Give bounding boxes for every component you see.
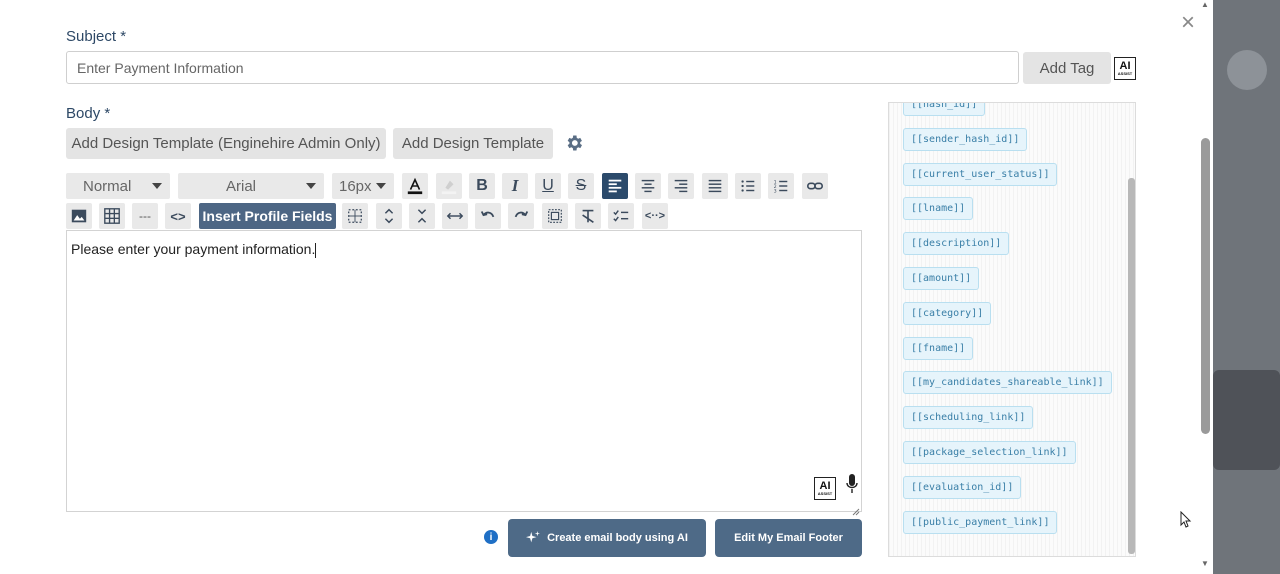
create-email-body-ai-button[interactable]: Create email body using AI [508, 519, 706, 557]
italic-icon[interactable]: I [502, 173, 528, 199]
add-design-template-button[interactable]: Add Design Template [393, 128, 553, 159]
tag-item[interactable]: [[my_candidates_shareable_link]] [903, 371, 1112, 394]
subject-label: Subject * [66, 28, 127, 45]
redo-icon[interactable] [508, 203, 534, 229]
horizontal-rule-button[interactable]: --- [132, 203, 158, 229]
insert-profile-fields-button[interactable]: Insert Profile Fields [199, 203, 336, 229]
underline-icon[interactable]: U [535, 173, 561, 199]
clear-formatting-icon[interactable] [575, 203, 601, 229]
tag-item[interactable]: [[sender_hash_id]] [903, 128, 1028, 151]
expand-horizontal-icon[interactable] [442, 203, 468, 229]
collapse-vertical-icon[interactable] [409, 203, 435, 229]
tag-item[interactable]: [[fname]] [903, 337, 974, 360]
tag-item[interactable]: [[current_user_status]] [903, 163, 1058, 186]
tag-item[interactable]: [[amount]] [903, 267, 980, 290]
select-all-icon[interactable] [342, 203, 368, 229]
tag-item[interactable]: [[lname]] [903, 197, 974, 220]
sparkle-icon [526, 531, 541, 543]
bold-icon[interactable]: B [469, 173, 495, 199]
add-design-template-admin-button[interactable]: Add Design Template (Enginehire Admin On… [66, 128, 386, 159]
email-template-modal: × Subject * Add Tag AIASSIST Body * Add … [0, 0, 1213, 574]
tags-panel: [[hash_id]] [[sender_hash_id]] [[current_u… [888, 102, 1136, 557]
tag-item[interactable]: [[hash_id]] [903, 103, 986, 116]
image-icon[interactable] [66, 203, 92, 229]
embed-code-button[interactable]: <··> [642, 203, 668, 229]
ai-assist-subject-button[interactable]: AI ASSIST [1114, 57, 1136, 80]
resize-handle-icon[interactable] [852, 503, 860, 516]
backdrop-image [1213, 370, 1280, 470]
text-color-icon[interactable] [402, 173, 428, 199]
highlight-color-icon[interactable] [436, 173, 462, 199]
modal-scrollbar-thumb[interactable] [1201, 138, 1210, 434]
expand-vertical-icon[interactable] [376, 203, 402, 229]
close-icon[interactable]: × [1178, 11, 1198, 35]
numbered-list-icon[interactable]: 123 [768, 173, 794, 199]
font-size-select[interactable]: 16px [332, 173, 394, 199]
gear-icon[interactable] [564, 133, 584, 153]
svg-text:3: 3 [774, 188, 777, 194]
tags-panel-scrollbar[interactable] [1128, 178, 1135, 554]
undo-icon[interactable] [475, 203, 501, 229]
paragraph-style-select[interactable]: Normal [66, 173, 170, 199]
code-view-button[interactable]: <> [165, 203, 191, 229]
microphone-icon[interactable] [846, 474, 858, 496]
tag-item[interactable]: [[evaluation_id]] [903, 476, 1022, 499]
tag-item[interactable]: [[package_selection_link]] [903, 441, 1076, 464]
editor-content[interactable]: Please enter your payment information. [71, 241, 317, 258]
mouse-cursor-icon [1180, 510, 1192, 529]
edit-email-footer-button[interactable]: Edit My Email Footer [715, 519, 862, 557]
tag-item[interactable]: [[category]] [903, 302, 992, 325]
body-editor[interactable]: Please enter your payment information. [66, 230, 862, 512]
bullet-list-icon[interactable] [735, 173, 761, 199]
backdrop-right [1213, 0, 1280, 574]
ai-assist-body-button[interactable]: AI ASSIST [814, 477, 836, 500]
align-justify-icon[interactable] [702, 173, 728, 199]
checklist-icon[interactable] [608, 203, 634, 229]
tag-item[interactable]: [[scheduling_link]] [903, 406, 1034, 429]
tag-item[interactable]: [[description]] [903, 232, 1010, 255]
align-left-icon[interactable] [602, 173, 628, 199]
font-family-select[interactable]: Arial [178, 173, 324, 199]
scroll-up-icon[interactable]: ▲ [1201, 0, 1211, 10]
body-label: Body * [66, 105, 111, 122]
backdrop-avatar [1227, 50, 1267, 90]
strikethrough-icon[interactable]: S [568, 173, 594, 199]
subject-input[interactable] [66, 51, 1019, 84]
link-icon[interactable] [802, 173, 828, 199]
scroll-down-icon[interactable]: ▼ [1201, 559, 1211, 569]
table-icon[interactable] [99, 203, 125, 229]
show-blocks-icon[interactable] [542, 203, 568, 229]
align-center-icon[interactable] [635, 173, 661, 199]
align-right-icon[interactable] [668, 173, 694, 199]
tag-item[interactable]: [[public_payment_link]] [903, 511, 1058, 534]
info-icon[interactable]: i [484, 530, 498, 544]
add-tag-button[interactable]: Add Tag [1023, 52, 1111, 84]
